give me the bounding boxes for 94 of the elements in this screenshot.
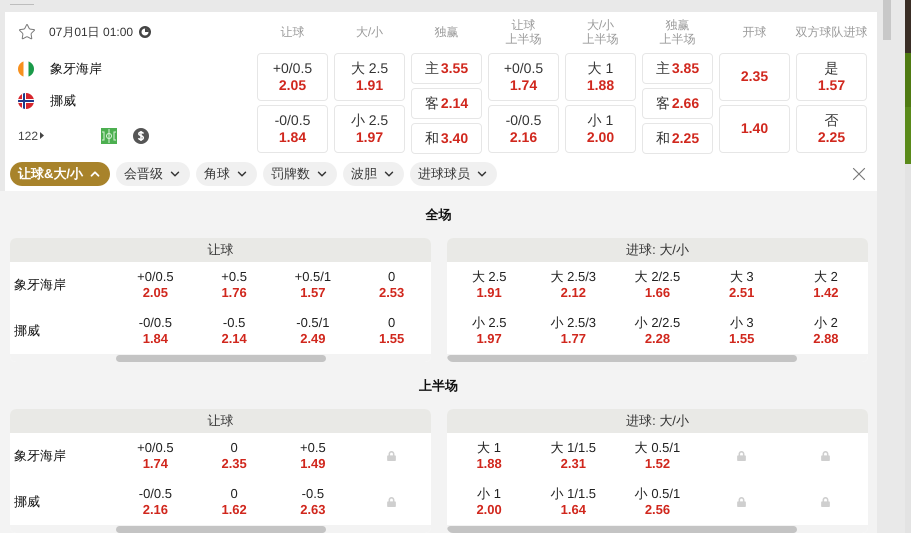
odds-button[interactable]: -0/0.5 1.84	[257, 104, 328, 153]
odds-option[interactable]: 小 1/1.5 1.64	[550, 486, 596, 518]
flag-icon	[18, 92, 34, 109]
lock-icon	[387, 451, 396, 461]
team-name: 挪威	[13, 493, 41, 512]
odds-button[interactable]: 大 1 1.88	[565, 52, 636, 101]
odds-button[interactable]: 是 1.57	[796, 52, 867, 101]
odds-option[interactable]: -0.5 2.14	[221, 315, 247, 347]
dollar-icon[interactable]	[133, 128, 150, 144]
column-header: 大/小 上半场	[582, 18, 618, 46]
team-name: 挪威	[13, 322, 41, 340]
odds-option[interactable]: 大 2.5 1.91	[472, 269, 506, 301]
odds-button[interactable]: 否 2.25	[796, 104, 867, 153]
lock-icon	[737, 451, 746, 461]
column-header: 大/小	[356, 25, 384, 40]
filter-chip[interactable]: 波胆	[343, 162, 404, 186]
filter-chip[interactable]: 让球&大/小	[10, 162, 110, 186]
lock-icon	[821, 451, 830, 461]
odds-option[interactable]: 0 2.53	[378, 269, 404, 301]
odds-button[interactable]: +0/0.5 1.74	[488, 52, 559, 101]
odds-option[interactable]: -0.5 2.63	[300, 486, 326, 518]
match-time: 07月01日 01:00	[49, 24, 134, 42]
odds-option[interactable]: 大 2/2.5 1.66	[634, 269, 680, 301]
scrollbar-thumb[interactable]	[116, 354, 326, 362]
odds-option[interactable]: -0.5/1 2.49	[296, 315, 330, 347]
odds-button[interactable]: 和 2.25	[642, 122, 713, 154]
odds-option[interactable]: +0.5 1.76	[221, 269, 247, 301]
field-icon[interactable]	[101, 128, 118, 144]
scrollbar-thumb[interactable]	[447, 526, 797, 532]
odds-button[interactable]: 和 3.40	[411, 122, 482, 154]
column-header: 让球 上半场	[506, 18, 542, 46]
odds-button[interactable]: 客2.14	[411, 88, 482, 119]
odds-option[interactable]: 大 2 1.42	[813, 269, 839, 301]
column-header: 让球	[280, 25, 304, 40]
team-name[interactable]: 象牙海岸	[50, 59, 102, 79]
odds-option[interactable]: +0.5 1.49	[300, 440, 326, 472]
caret-icon	[40, 132, 44, 140]
odds-option[interactable]: +0.5/1 1.57	[294, 269, 332, 301]
clock-icon	[139, 26, 152, 38]
team-name[interactable]: 挪威	[50, 91, 76, 111]
star-icon[interactable]	[18, 23, 36, 42]
team-name: 象牙海岸	[13, 447, 67, 466]
odds-button[interactable]: 1.40	[719, 104, 790, 153]
more-markets-link[interactable]: 122	[18, 126, 44, 145]
filter-chip[interactable]: 角球	[196, 162, 257, 186]
lock-icon	[737, 497, 746, 507]
odds-option[interactable]: 大 0.5/1 1.52	[634, 440, 680, 472]
odds-option[interactable]: 小 1 2.00	[476, 486, 502, 518]
odds-option[interactable]: 大 2.5/3 2.12	[550, 269, 596, 301]
odds-option[interactable]: 0 1.62	[221, 486, 247, 518]
section-title: 上半场	[419, 376, 458, 395]
team-name: 象牙海岸	[13, 276, 67, 294]
odds-option[interactable]: 大 1 1.88	[476, 440, 502, 472]
odds-button[interactable]: 大 2.5 1.91	[334, 52, 405, 101]
odds-option[interactable]: 大 3 2.51	[729, 269, 754, 301]
lock-icon	[387, 497, 396, 507]
odds-option[interactable]: 小 2 2.88	[813, 315, 839, 347]
panel-header: 让球	[10, 238, 431, 262]
column-header: 独赢	[434, 25, 458, 40]
odds-option[interactable]: -0/0.5 1.84	[138, 315, 172, 347]
odds-option[interactable]: 小 2.5 1.97	[472, 315, 506, 347]
odds-option[interactable]: 大 1/1.5 2.31	[550, 440, 596, 472]
lock-icon	[821, 497, 830, 507]
scrollbar-thumb[interactable]	[116, 526, 326, 532]
filter-chip[interactable]: 罚牌数	[263, 162, 337, 186]
odds-option[interactable]: 小 3 1.55	[729, 315, 754, 347]
odds-option[interactable]: +0/0.5 1.74	[137, 440, 174, 472]
odds-button[interactable]: 小 2.5 1.97	[334, 104, 405, 153]
odds-button[interactable]: 主3.55	[411, 52, 482, 84]
section-title: 全场	[426, 206, 452, 224]
panel-header: 让球	[10, 409, 431, 433]
odds-option[interactable]: 小 0.5/1 2.56	[634, 486, 680, 518]
column-header: 开球	[742, 25, 766, 40]
odds-button[interactable]: +0/0.5 2.05	[257, 52, 328, 101]
odds-option[interactable]: 0 1.55	[378, 315, 404, 347]
filter-chip[interactable]: 进球球员	[410, 162, 497, 186]
column-header: 双方球队进球	[796, 25, 868, 40]
odds-button[interactable]: 2.35	[719, 52, 790, 101]
flag-icon	[18, 60, 34, 77]
odds-button[interactable]: -0/0.5 2.16	[488, 104, 559, 153]
filter-chip[interactable]: 会晋级	[116, 162, 190, 186]
odds-option[interactable]: 0 2.35	[221, 440, 247, 472]
odds-option[interactable]: 小 2/2.5 2.28	[634, 315, 680, 347]
odds-option[interactable]: 小 2.5/3 1.77	[550, 315, 596, 347]
column-header: 独赢 上半场	[660, 18, 696, 46]
odds-option[interactable]: -0/0.5 2.16	[138, 486, 172, 518]
panel-header: 进球: 大/小	[447, 238, 868, 262]
odds-button[interactable]: 客2.66	[642, 88, 713, 119]
odds-button[interactable]: 小 1 2.00	[565, 104, 636, 153]
odds-option[interactable]: +0/0.5 2.05	[137, 269, 174, 301]
scrollbar-thumb[interactable]	[883, 0, 891, 40]
scrollbar-thumb[interactable]	[447, 354, 797, 362]
odds-button[interactable]: 主3.85	[642, 52, 713, 84]
panel-header: 进球: 大/小	[447, 409, 868, 433]
